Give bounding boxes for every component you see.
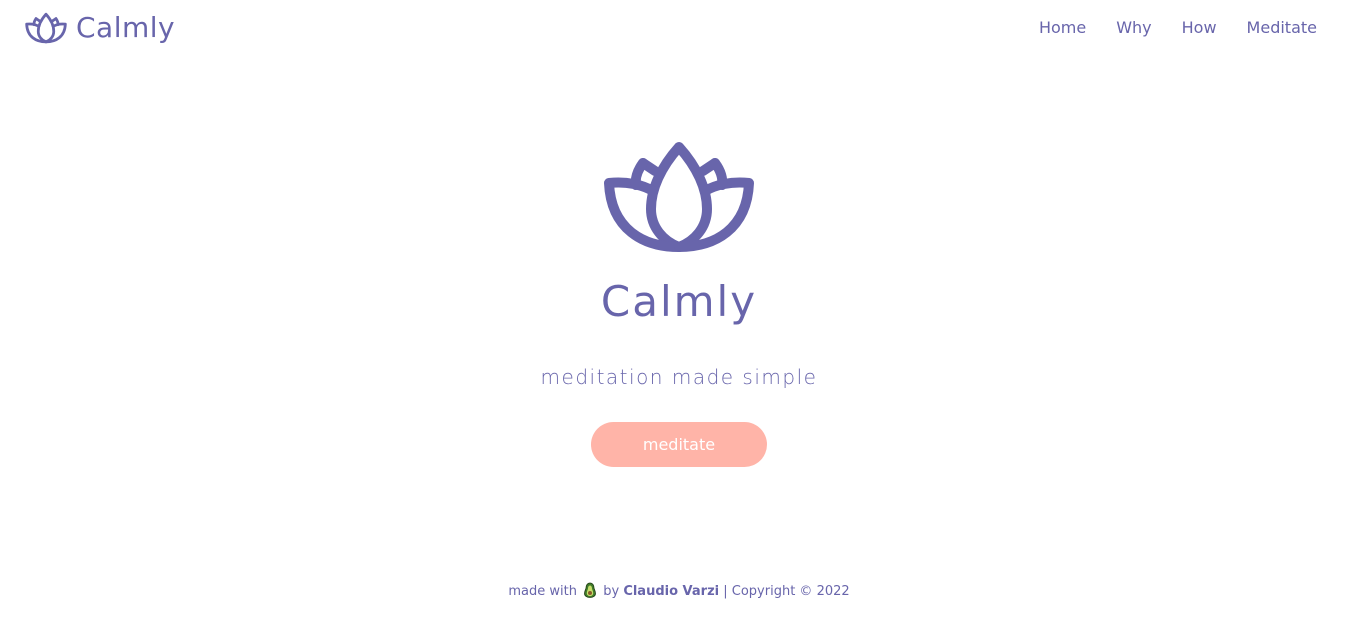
main-nav: Home Why How Meditate	[1039, 17, 1317, 39]
nav-item-how[interactable]: How	[1182, 17, 1217, 39]
landing-page: Calmly Home Why How Meditate Calmly medi…	[0, 0, 1358, 617]
lotus-icon	[25, 12, 67, 44]
author-link[interactable]: Claudio Varzi	[623, 584, 719, 599]
brand-name: Calmly	[76, 11, 176, 44]
hero-title: Calmly	[600, 277, 758, 326]
lotus-icon	[604, 142, 754, 252]
footer-by: by	[603, 584, 620, 599]
hero-tagline: meditation made simple	[540, 365, 818, 389]
nav-item-why[interactable]: Why	[1116, 17, 1151, 39]
nav-item-meditate[interactable]: Meditate	[1247, 17, 1317, 39]
page-footer: made with by Claudio Varzi | Copyright ©…	[0, 582, 1358, 602]
footer-prefix: made with	[508, 584, 577, 599]
avocado-emoji-icon	[584, 582, 596, 598]
footer-copyright: | Copyright © 2022	[723, 584, 850, 599]
top-header: Calmly Home Why How Meditate	[0, 0, 1358, 56]
nav-item-home[interactable]: Home	[1039, 17, 1086, 39]
brand-home-link[interactable]: Calmly	[25, 10, 175, 46]
meditate-button[interactable]: meditate	[591, 422, 767, 467]
